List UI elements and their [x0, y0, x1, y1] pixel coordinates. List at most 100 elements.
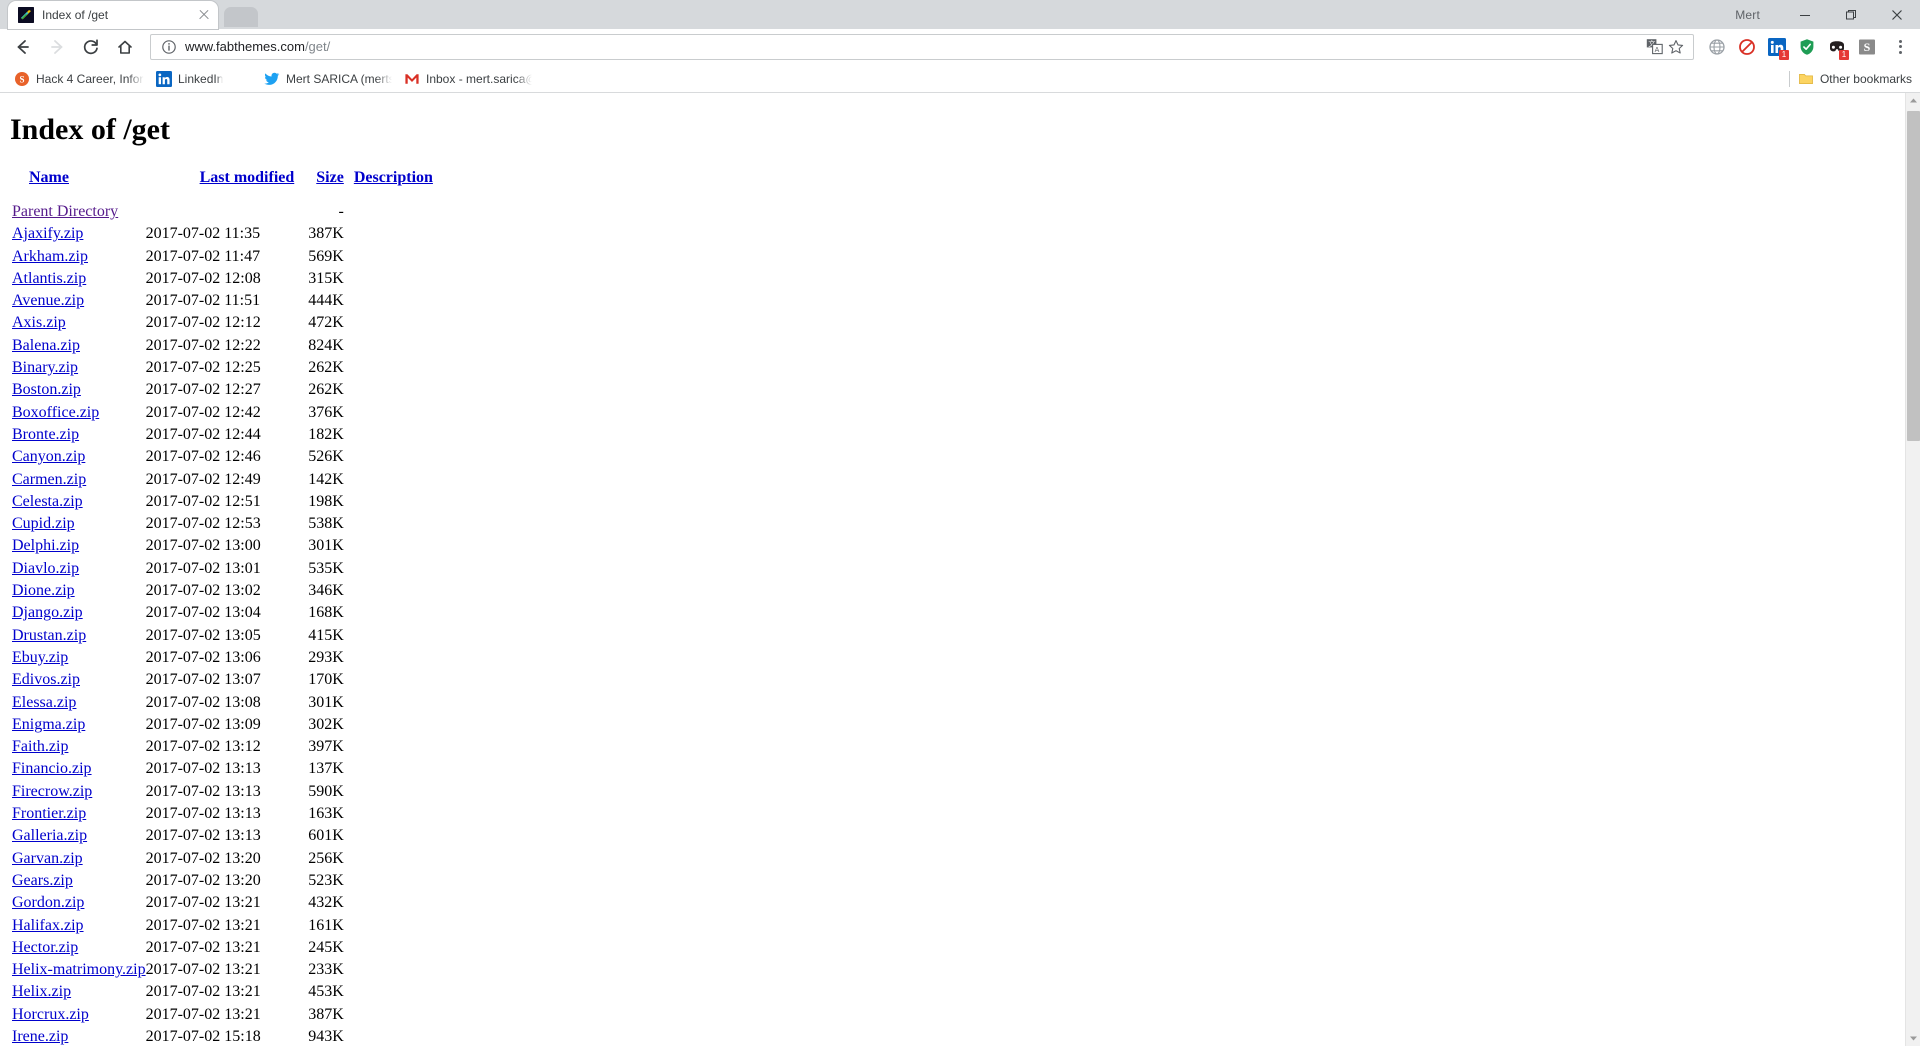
file-link[interactable]: Bronte.zip	[12, 426, 79, 443]
file-link[interactable]: Cupid.zip	[12, 515, 75, 532]
close-window-icon[interactable]	[1874, 0, 1920, 29]
profile-name[interactable]: Mert	[1735, 8, 1760, 22]
cell-description	[344, 446, 433, 468]
maximize-icon[interactable]	[1828, 0, 1874, 29]
file-link[interactable]: Binary.zip	[12, 359, 78, 376]
close-icon[interactable]	[196, 7, 212, 23]
file-link[interactable]: Helix-matrimony.zip	[12, 961, 146, 978]
cell-description	[344, 758, 433, 780]
page-title: Index of /get	[10, 113, 170, 146]
file-link[interactable]: Garvan.zip	[12, 850, 83, 867]
twitter-icon	[264, 71, 280, 87]
back-icon[interactable]	[9, 33, 37, 61]
globe-extension-icon[interactable]	[1703, 33, 1731, 61]
page-scrollbar[interactable]	[1905, 93, 1920, 1046]
sort-by-description-link[interactable]: Description	[354, 169, 433, 186]
file-link[interactable]: Elessa.zip	[12, 694, 76, 711]
scroll-down-icon[interactable]	[1906, 1031, 1920, 1046]
tab-index-of-get[interactable]: Index of /get	[8, 1, 218, 29]
parent-directory-link[interactable]: Parent Directory	[12, 203, 118, 220]
translate-icon[interactable]: 文 A	[1643, 36, 1665, 58]
cell-size: 601K	[308, 827, 344, 845]
extension-icons: 1 1 S	[1702, 33, 1914, 61]
bookmark-mert-sarica[interactable]: Mert SARICA (mertsa	[258, 68, 398, 90]
file-link[interactable]: Ebuy.zip	[12, 649, 68, 666]
sort-by-size-link[interactable]: Size	[316, 169, 344, 186]
cell-description	[344, 1004, 433, 1026]
file-link[interactable]: Financio.zip	[12, 760, 92, 777]
file-link[interactable]: Avenue.zip	[12, 292, 84, 309]
browser-toolbar: www.fabthemes.com/get/ 文 A 1 1 S	[0, 29, 1920, 65]
file-link[interactable]: Irene.zip	[12, 1028, 68, 1045]
file-link[interactable]: Horcrux.zip	[12, 1006, 89, 1023]
file-link[interactable]: Gordon.zip	[12, 894, 84, 911]
bookmark-label: Hack 4 Career, Inform	[36, 71, 144, 86]
file-link[interactable]: Diavlo.zip	[12, 560, 79, 577]
site-information-icon[interactable]	[161, 39, 177, 55]
linkedin-extension-icon[interactable]: 1	[1763, 33, 1791, 61]
file-link[interactable]: Axis.zip	[12, 314, 66, 331]
cell-description	[344, 714, 433, 736]
window-controls: Mert	[1735, 0, 1920, 29]
bookmark-inbox[interactable]: Inbox - mert.sarica@	[398, 68, 538, 90]
file-link[interactable]: Gears.zip	[12, 872, 73, 889]
block-extension-icon[interactable]	[1733, 33, 1761, 61]
cell-size: 142K	[308, 470, 344, 488]
minimize-icon[interactable]	[1782, 0, 1828, 29]
bookmark-hack-4-career[interactable]: S Hack 4 Career, Inform	[8, 68, 150, 90]
file-link[interactable]: Edivos.zip	[12, 671, 80, 688]
file-link[interactable]: Celesta.zip	[12, 493, 83, 510]
file-link[interactable]: Dione.zip	[12, 582, 75, 599]
file-link[interactable]: Django.zip	[12, 604, 83, 621]
table-row: Boston.zip 2017-07-02 12:27 262K	[12, 379, 433, 401]
file-link[interactable]: Arkham.zip	[12, 248, 88, 265]
table-row: Galleria.zip 2017-07-02 13:13 601K	[12, 825, 433, 847]
cell-description	[344, 335, 433, 357]
table-row: Gordon.zip 2017-07-02 13:21 432K	[12, 892, 433, 914]
shield-extension-icon[interactable]	[1793, 33, 1821, 61]
scrollbar-thumb[interactable]	[1907, 111, 1920, 441]
forward-icon[interactable]	[43, 33, 71, 61]
bookmark-linkedin[interactable]: LinkedIn	[150, 68, 258, 90]
sort-by-modified-link[interactable]: Last modified	[200, 169, 295, 186]
extension-badge: 1	[1839, 49, 1849, 60]
file-link[interactable]: Helix.zip	[12, 983, 71, 1000]
home-icon[interactable]	[111, 33, 139, 61]
cell-description	[344, 825, 433, 847]
file-link[interactable]: Carmen.zip	[12, 471, 86, 488]
file-link[interactable]: Drustan.zip	[12, 627, 86, 644]
file-link[interactable]: Boston.zip	[12, 381, 81, 398]
file-link[interactable]: Faith.zip	[12, 738, 68, 755]
s-extension-icon[interactable]: S	[1853, 33, 1881, 61]
reload-icon[interactable]	[77, 33, 105, 61]
sort-by-name-link[interactable]: Name	[29, 169, 69, 186]
bookmark-star-icon[interactable]	[1665, 36, 1687, 58]
file-link[interactable]: Delphi.zip	[12, 537, 79, 554]
cell-name: Binary.zip	[12, 357, 146, 379]
file-link[interactable]: Balena.zip	[12, 337, 80, 354]
chrome-menu-icon[interactable]	[1886, 33, 1914, 61]
file-link[interactable]: Frontier.zip	[12, 805, 86, 822]
folder-icon	[1798, 71, 1814, 87]
cell-description	[344, 781, 433, 803]
file-link[interactable]: Hector.zip	[12, 939, 78, 956]
file-link[interactable]: Atlantis.zip	[12, 270, 86, 287]
address-bar[interactable]: www.fabthemes.com/get/ 文 A	[150, 33, 1694, 60]
new-tab-button[interactable]	[224, 7, 258, 27]
other-bookmarks[interactable]: Other bookmarks	[1781, 70, 1912, 87]
cell-name: Hector.zip	[12, 937, 146, 959]
file-link[interactable]: Ajaxify.zip	[12, 225, 83, 242]
file-link[interactable]: Boxoffice.zip	[12, 404, 99, 421]
cell-size: 444K	[308, 292, 344, 310]
cell-last-modified: 2017-07-02 12:46	[145, 448, 261, 466]
scroll-up-icon[interactable]	[1906, 93, 1920, 108]
file-link[interactable]: Enigma.zip	[12, 716, 85, 733]
svg-text:S: S	[1864, 40, 1871, 54]
dark-extension-icon[interactable]: 1	[1823, 33, 1851, 61]
cell-last-modified: 2017-07-02 13:20	[145, 871, 261, 889]
file-link[interactable]: Firecrow.zip	[12, 783, 92, 800]
file-link[interactable]: Galleria.zip	[12, 827, 87, 844]
file-link[interactable]: Canyon.zip	[12, 448, 85, 465]
cell-name: Carmen.zip	[12, 469, 146, 491]
file-link[interactable]: Halifax.zip	[12, 917, 84, 934]
